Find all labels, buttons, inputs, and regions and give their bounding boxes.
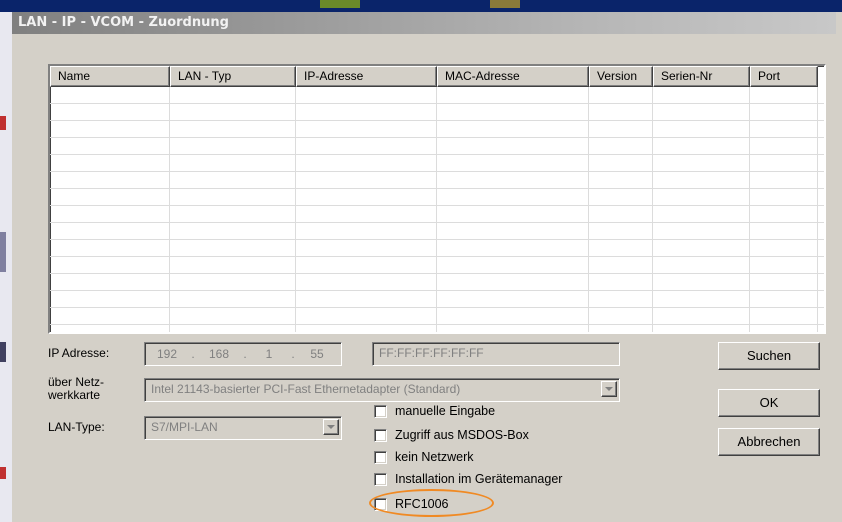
checkbox-kein-netzwerk[interactable]: kein Netzwerk [374, 450, 474, 464]
ip-octet-4: 55 [310, 347, 324, 361]
ip-octet-3: 1 [265, 347, 273, 361]
chevron-down-icon [327, 425, 335, 429]
table-row[interactable] [50, 274, 824, 291]
rfc1006-highlight-circle [369, 489, 494, 517]
column-header-lan-typ[interactable]: LAN - Typ [170, 66, 296, 87]
lan-type-label: LAN-Type: [48, 420, 105, 434]
checkbox-label: manuelle Eingabe [395, 404, 496, 418]
table-row[interactable] [50, 155, 824, 172]
ip-octet-2: 168 [208, 347, 230, 361]
checkbox-label: Installation im Gerätemanager [395, 472, 563, 486]
lan-ip-vcom-dialog: LAN - IP - VCOM - Zuordnung Name LAN - T… [12, 12, 836, 522]
ip-separator: . [243, 347, 247, 361]
desktop-background-left [0, 12, 12, 522]
column-header-name[interactable]: Name [50, 66, 170, 87]
desktop-fragment [0, 467, 6, 479]
desktop-fragment [320, 0, 360, 8]
checkbox-label: Zugriff aus MSDOS-Box [395, 428, 529, 442]
checkbox-label: kein Netzwerk [395, 450, 474, 464]
desktop-fragment [490, 0, 520, 8]
list-header: Name LAN - Typ IP-Adresse MAC-Adresse Ve… [50, 66, 818, 87]
ip-separator: . [191, 347, 195, 361]
table-row[interactable] [50, 87, 824, 104]
checkbox-box[interactable] [374, 472, 387, 486]
abbrechen-button[interactable]: Abbrechen [718, 428, 820, 456]
table-row[interactable] [50, 291, 824, 308]
netzwerkkarte-value: Intel 21143-basierter PCI-Fast Etherneta… [151, 382, 461, 396]
column-header-port[interactable]: Port [750, 66, 818, 87]
table-row[interactable] [50, 121, 824, 138]
column-header-mac-adresse[interactable]: MAC-Adresse [437, 66, 589, 87]
suchen-button[interactable]: Suchen [718, 342, 820, 370]
desktop-fragment [0, 232, 6, 272]
ok-button[interactable]: OK [718, 389, 820, 417]
ip-address-field[interactable]: 192 . 168 . 1 . 55 [144, 342, 342, 366]
mac-address-field[interactable]: FF:FF:FF:FF:FF:FF [372, 342, 620, 366]
table-row[interactable] [50, 206, 824, 223]
table-row[interactable] [50, 104, 824, 121]
table-row[interactable] [50, 240, 824, 257]
table-row[interactable] [50, 172, 824, 189]
device-list[interactable]: Name LAN - Typ IP-Adresse MAC-Adresse Ve… [48, 64, 826, 334]
checkbox-manuelle-eingabe[interactable]: manuelle Eingabe [374, 404, 495, 418]
table-row[interactable] [50, 223, 824, 240]
window-title[interactable]: LAN - IP - VCOM - Zuordnung [12, 12, 836, 34]
checkbox-box[interactable] [374, 428, 387, 442]
table-row[interactable] [50, 257, 824, 274]
table-row[interactable] [50, 138, 824, 155]
checkbox-box[interactable] [374, 404, 387, 418]
table-row[interactable] [50, 308, 824, 325]
netzwerkkarte-select[interactable]: Intel 21143-basierter PCI-Fast Etherneta… [144, 378, 620, 402]
netzwerkkarte-label: über Netz- werkkarte [48, 376, 104, 402]
ip-separator: . [291, 347, 295, 361]
ip-octet-1: 192 [156, 347, 178, 361]
netzwerkkarte-dropdown-button[interactable] [601, 381, 617, 397]
checkbox-installation-geraetemanager[interactable]: Installation im Gerätemanager [374, 472, 562, 486]
lan-type-dropdown-button[interactable] [323, 419, 339, 435]
list-body[interactable] [50, 87, 824, 332]
ip-address-label: IP Adresse: [48, 346, 110, 360]
column-header-version[interactable]: Version [589, 66, 653, 87]
desktop-background-strip [0, 0, 842, 12]
checkbox-box[interactable] [374, 450, 387, 464]
column-header-ip-adresse[interactable]: IP-Adresse [296, 66, 437, 87]
column-header-serien-nr[interactable]: Serien-Nr [653, 66, 750, 87]
chevron-down-icon [605, 387, 613, 391]
lan-type-select[interactable]: S7/MPI-LAN [144, 416, 342, 440]
desktop-fragment [0, 342, 6, 362]
netzwerkkarte-label-line2: werkkarte [48, 388, 101, 402]
desktop-fragment [0, 116, 6, 130]
table-row[interactable] [50, 189, 824, 206]
lan-type-value: S7/MPI-LAN [151, 420, 218, 434]
checkbox-zugriff-msdos[interactable]: Zugriff aus MSDOS-Box [374, 428, 529, 442]
